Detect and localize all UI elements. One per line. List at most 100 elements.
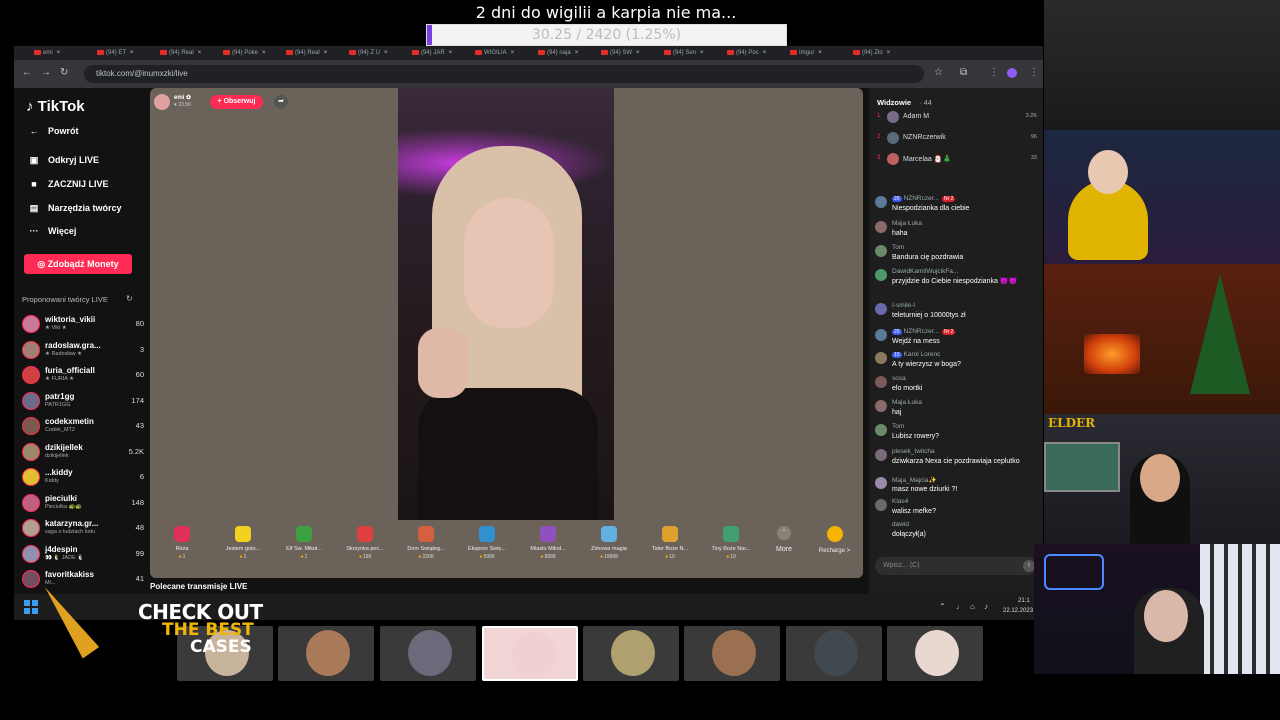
- close-icon[interactable]: ×: [511, 50, 515, 56]
- close-icon[interactable]: ×: [887, 50, 891, 56]
- gift-item[interactable]: Tster Boże N... ●10: [642, 526, 698, 560]
- creator-avatar[interactable]: [22, 519, 40, 537]
- kebab-menu-icon[interactable]: ⋮: [1029, 67, 1039, 78]
- creator-item[interactable]: radoslaw.gra... ★ Radosław ★ 3: [22, 340, 144, 364]
- browser-tab[interactable]: (94) Poke ×: [223, 47, 283, 59]
- creator-avatar[interactable]: [22, 366, 40, 384]
- follow-button[interactable]: + Obserwuj: [210, 95, 263, 109]
- chat-username[interactable]: Tom: [892, 423, 904, 430]
- close-icon[interactable]: ×: [449, 50, 453, 56]
- browser-tab[interactable]: WIGILIA ×: [475, 47, 535, 59]
- browser-tab[interactable]: emi ×: [34, 47, 94, 59]
- windows-start-icon[interactable]: [24, 600, 38, 614]
- creator-item[interactable]: dzikijellek dzikijellek 5.2K: [22, 442, 144, 466]
- chat-username[interactable]: Karol Lorenc: [904, 351, 941, 358]
- chat-username[interactable]: Maja Łuka: [892, 220, 922, 227]
- gift-item[interactable]: Tiny Boże Nar... ●10: [703, 526, 759, 560]
- sidebar-item[interactable]: ··· Więcej: [28, 226, 77, 236]
- browser-tab[interactable]: (94) Real ×: [286, 47, 346, 59]
- participant-tile[interactable]: [684, 626, 780, 681]
- menu-dots-icon[interactable]: ⋮: [989, 67, 999, 78]
- back-icon[interactable]: ←: [22, 67, 32, 78]
- creator-avatar[interactable]: [22, 417, 40, 435]
- chat-avatar[interactable]: [875, 196, 887, 208]
- creator-avatar[interactable]: [22, 315, 40, 333]
- browser-tab[interactable]: (94) Zło ×: [853, 47, 913, 59]
- sidebar-item[interactable]: ▣ Odkryj LIVE: [28, 155, 99, 166]
- creator-avatar[interactable]: [22, 442, 40, 461]
- creator-avatar[interactable]: [22, 468, 40, 486]
- chat-avatar[interactable]: [875, 352, 887, 364]
- participant-tile[interactable]: [482, 626, 578, 681]
- chat-input[interactable]: Wpisz... (C): [875, 557, 1037, 575]
- gift-item[interactable]: Skrzynka poc... ●199: [337, 526, 393, 560]
- microphone-icon[interactable]: ♩: [956, 602, 964, 611]
- chat-username[interactable]: NZNRczer...: [904, 195, 939, 202]
- close-icon[interactable]: ×: [57, 50, 61, 56]
- video-stream[interactable]: [398, 88, 614, 520]
- clock-date[interactable]: 22.12.2023: [1003, 608, 1033, 614]
- browser-tab[interactable]: (94) naja ×: [538, 47, 598, 59]
- gift-item[interactable]: Dom Świąteg... ●2200: [398, 526, 454, 560]
- sidebar-item[interactable]: ← Powrót: [28, 126, 79, 136]
- creator-avatar[interactable]: [22, 544, 40, 563]
- participant-tile[interactable]: [786, 626, 882, 681]
- creator-avatar[interactable]: [22, 493, 40, 512]
- chat-username[interactable]: NZNRczer...: [904, 328, 939, 335]
- chat-avatar[interactable]: [875, 477, 887, 489]
- close-icon[interactable]: ×: [575, 50, 579, 56]
- chat-avatar[interactable]: [875, 245, 887, 257]
- gift-item[interactable]: Róża ●1: [154, 526, 210, 560]
- creator-item[interactable]: furia_officiall ★ FURIA ★ 60: [22, 365, 144, 389]
- creator-avatar[interactable]: [22, 391, 40, 410]
- extensions-icon[interactable]: ⧉: [960, 67, 967, 78]
- creator-item[interactable]: codekxmetin Codek_MT2 43: [22, 416, 144, 440]
- gift-item[interactable]: Zimowa magia ●19999: [581, 526, 637, 560]
- creator-item[interactable]: ...kiddy Kiddy 6: [22, 467, 144, 491]
- chat-username[interactable]: I-smile-I: [892, 302, 915, 309]
- chat-avatar[interactable]: [875, 221, 887, 233]
- browser-tab[interactable]: Imgur ×: [790, 47, 850, 59]
- browser-tab[interactable]: (94) Sen ×: [664, 47, 724, 59]
- network-icon[interactable]: ⌂: [970, 602, 975, 611]
- browser-tab[interactable]: (94) JAR ×: [412, 47, 472, 59]
- address-bar[interactable]: tiktok.com/@inumxzki/live: [84, 65, 924, 83]
- gift-item[interactable]: Ekspres Świę... ●5999: [459, 526, 515, 560]
- creator-item[interactable]: pieciulki Pieciulka 🐢🐢 148: [22, 493, 144, 517]
- participant-tile[interactable]: [887, 626, 983, 681]
- browser-tab[interactable]: (94) ET ×: [97, 47, 157, 59]
- live-player[interactable]: emi ✿ ♥ 23.5K + Obserwuj ➦ Róża ●1 Jestem …: [150, 88, 863, 578]
- browser-tab[interactable]: (94) Real ×: [160, 47, 220, 59]
- top-viewer[interactable]: 3 Marcelaa 🎅🏻🎄 33: [877, 152, 1037, 168]
- chat-username[interactable]: DawidKamilWujcikFa...: [892, 268, 958, 275]
- close-icon[interactable]: ×: [262, 50, 266, 56]
- creator-item[interactable]: patr1gg PATR1GG 174: [22, 391, 144, 415]
- browser-tab[interactable]: (94) SW ×: [601, 47, 661, 59]
- close-icon[interactable]: ×: [763, 50, 767, 56]
- participant-tile[interactable]: [380, 626, 476, 681]
- get-coins-button[interactable]: ◎ Zdobądź Monety: [24, 254, 132, 274]
- share-icon[interactable]: ➦: [274, 95, 288, 109]
- chat-username[interactable]: Maja Łuka: [892, 399, 922, 406]
- creator-avatar[interactable]: [22, 570, 40, 588]
- close-icon[interactable]: ×: [636, 50, 640, 56]
- creator-avatar[interactable]: [22, 340, 40, 359]
- close-icon[interactable]: ×: [384, 50, 388, 56]
- creator-item[interactable]: j4despin 👀 🐧 JADE 🐧 99: [22, 544, 144, 568]
- browser-tab[interactable]: (94) Poc ×: [727, 47, 787, 59]
- creator-item[interactable]: wiktoria_vikii ★ Viki ★ 80: [22, 314, 144, 338]
- chat-avatar[interactable]: [875, 329, 887, 341]
- chat-avatar[interactable]: [875, 269, 887, 281]
- close-icon[interactable]: ×: [198, 50, 202, 56]
- tray-chevron-icon[interactable]: ⌃: [939, 602, 946, 611]
- chat-username[interactable]: Tom: [892, 244, 904, 251]
- chat-avatar[interactable]: [875, 303, 887, 315]
- chat-avatar[interactable]: [875, 499, 887, 511]
- gift-item[interactable]: Miasto Mikoł... ●9999: [520, 526, 576, 560]
- close-icon[interactable]: ×: [700, 50, 704, 56]
- close-icon[interactable]: ×: [818, 50, 822, 56]
- chat-avatar[interactable]: [875, 449, 887, 461]
- participant-tile[interactable]: [278, 626, 374, 681]
- chat-username[interactable]: dawid: [892, 521, 909, 528]
- creator-item[interactable]: katarzyna.gr... saga o ludziach lodu 48: [22, 518, 144, 542]
